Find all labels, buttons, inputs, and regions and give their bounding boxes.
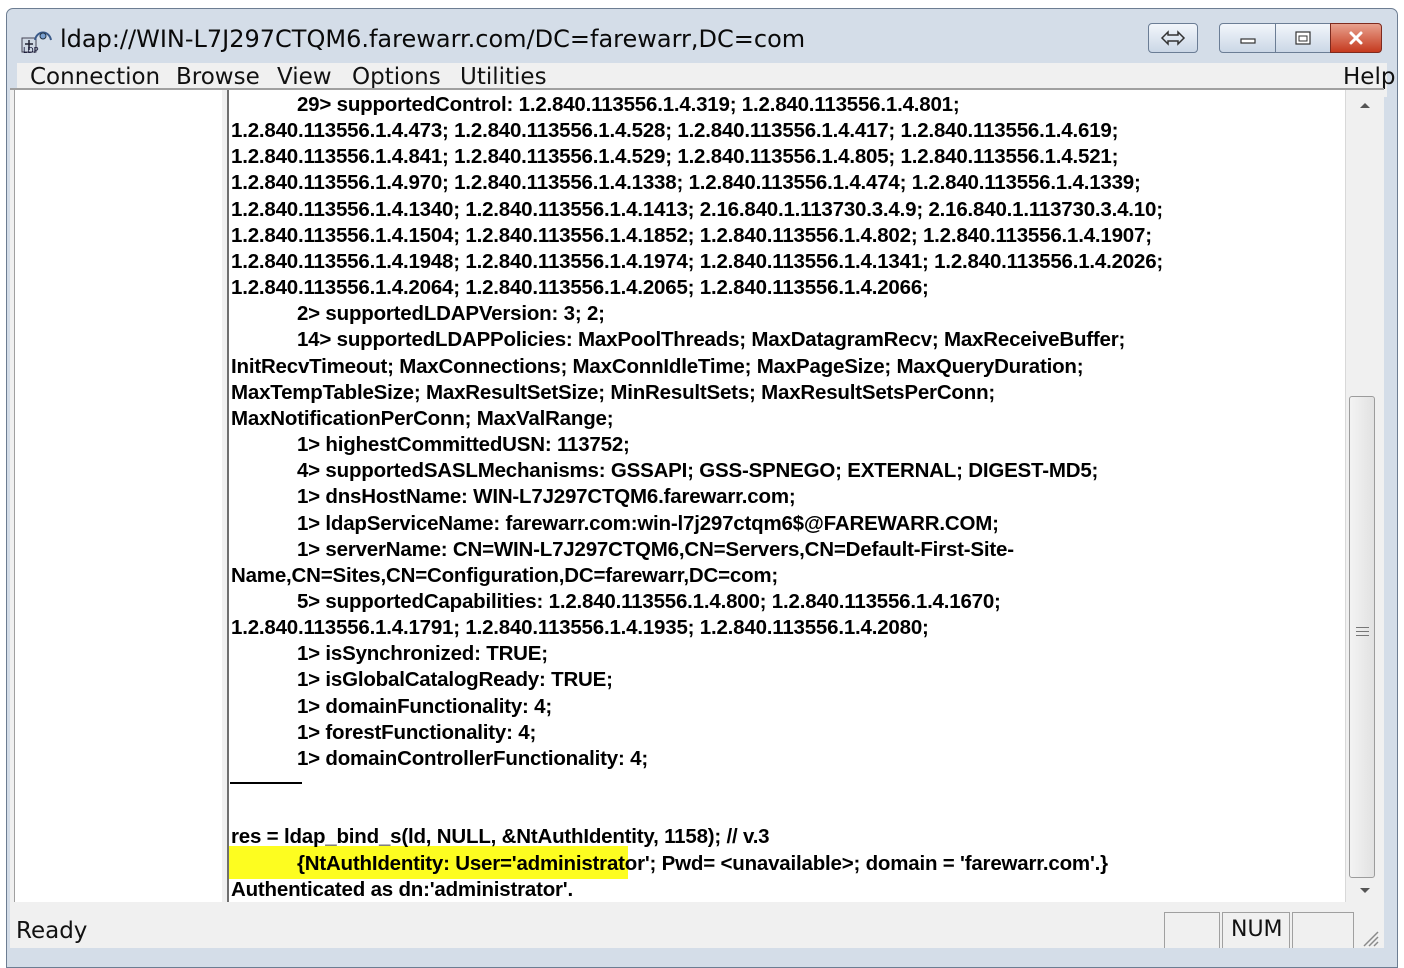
grip-line: [1356, 627, 1369, 628]
svg-text:LDP: LDP: [23, 46, 39, 54]
resize-grip-icon[interactable]: [1358, 926, 1380, 948]
menu-help[interactable]: Help: [1343, 64, 1395, 90]
maximize-button[interactable]: [1275, 23, 1331, 53]
output-text: 29> supportedControl: 1.2.840.113556.1.4…: [231, 93, 1164, 901]
window-title: ldap://WIN-L7J297CTQM6.farewarr.com/DC=f…: [60, 25, 806, 53]
grip-line: [1356, 631, 1369, 632]
swap-button[interactable]: [1148, 23, 1198, 53]
status-text: Ready: [16, 918, 88, 944]
swap-arrows-icon: [1160, 30, 1186, 46]
tree-pane[interactable]: [14, 90, 223, 902]
output-pane[interactable]: 29> supportedControl: 1.2.840.113556.1.4…: [229, 90, 1345, 902]
menu-view[interactable]: View: [277, 64, 332, 90]
pane-splitter[interactable]: [222, 90, 229, 902]
minimize-button[interactable]: [1219, 23, 1276, 53]
ldp-app-icon: LDP: [21, 31, 52, 54]
status-panel-empty-2: [1292, 912, 1354, 948]
scroll-down-button[interactable]: [1346, 878, 1384, 904]
close-icon: [1349, 31, 1363, 45]
status-panel-empty: [1164, 912, 1220, 948]
scroll-thumb[interactable]: [1349, 396, 1375, 878]
scroll-up-arrow-icon: [1360, 103, 1370, 108]
scroll-down-arrow-icon: [1360, 888, 1370, 893]
maximize-icon: [1295, 31, 1311, 45]
menu-browse[interactable]: Browse: [176, 64, 260, 90]
menu-options[interactable]: Options: [352, 64, 441, 90]
client-area: 29> supportedControl: 1.2.840.113556.1.4…: [10, 88, 1384, 904]
menu-connection[interactable]: Connection: [30, 64, 160, 90]
vertical-scrollbar[interactable]: [1345, 90, 1384, 902]
status-bar: Ready NUM: [10, 902, 1384, 948]
title-bar[interactable]: LDP ldap://WIN-L7J297CTQM6.farewarr.com/…: [7, 9, 1397, 63]
menu-utilities[interactable]: Utilities: [460, 64, 547, 90]
status-panel-num: NUM: [1222, 912, 1290, 948]
scroll-up-button[interactable]: [1346, 92, 1384, 118]
grip-line: [1356, 635, 1369, 636]
close-button[interactable]: [1330, 23, 1382, 53]
minimize-icon: [1239, 38, 1256, 44]
separator-line: [230, 782, 302, 784]
